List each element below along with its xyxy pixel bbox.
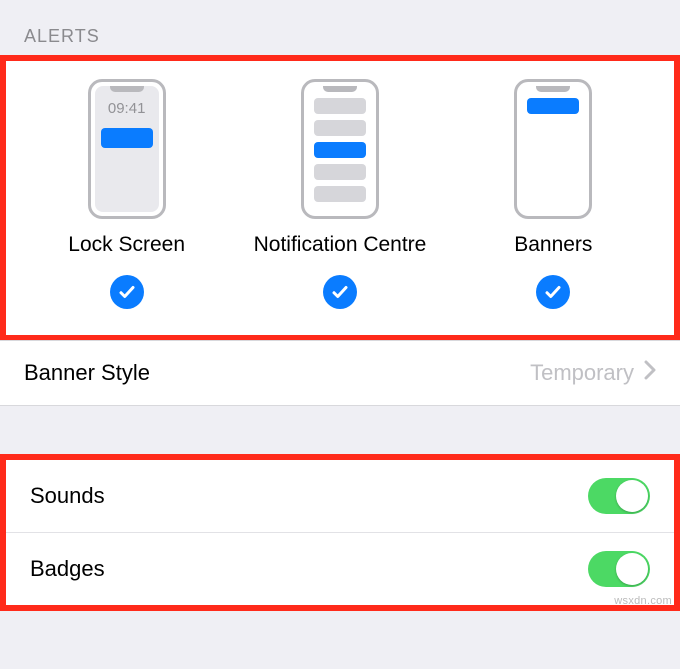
- checkmark-icon[interactable]: [110, 275, 144, 309]
- spacer: [0, 406, 680, 454]
- lock-screen-time-icon: 09:41: [95, 100, 159, 117]
- alert-option-banners[interactable]: Banners: [447, 79, 660, 309]
- checkmark-icon[interactable]: [323, 275, 357, 309]
- section-header-alerts: ALERTS: [0, 0, 680, 55]
- banners-icon: [514, 79, 592, 219]
- banner-style-label: Banner Style: [24, 360, 150, 386]
- watermark: wsxdn.com: [614, 595, 672, 607]
- alert-label-notification-centre: Notification Centre: [254, 233, 427, 257]
- alert-label-banners: Banners: [514, 233, 592, 257]
- notification-centre-icon: [301, 79, 379, 219]
- lock-screen-icon: 09:41: [88, 79, 166, 219]
- banner-style-card: Banner Style Temporary: [0, 340, 680, 406]
- banner-style-row[interactable]: Banner Style Temporary: [0, 341, 680, 405]
- checkmark-icon[interactable]: [536, 275, 570, 309]
- chevron-right-icon: [644, 360, 656, 386]
- sounds-row: Sounds: [6, 460, 674, 532]
- alert-label-lock-screen: Lock Screen: [68, 233, 185, 257]
- alert-option-notification-centre[interactable]: Notification Centre: [233, 79, 446, 309]
- alerts-row: 09:41 Lock Screen Notifi: [20, 79, 660, 309]
- badges-label: Badges: [30, 556, 105, 582]
- banner-style-value: Temporary: [530, 360, 656, 386]
- alerts-section: 09:41 Lock Screen Notifi: [0, 55, 680, 341]
- sounds-badges-section: Sounds Badges: [0, 454, 680, 611]
- alert-option-lock-screen[interactable]: 09:41 Lock Screen: [20, 79, 233, 309]
- sounds-toggle[interactable]: [588, 478, 650, 514]
- badges-toggle[interactable]: [588, 551, 650, 587]
- badges-row: Badges: [6, 532, 674, 605]
- sounds-label: Sounds: [30, 483, 105, 509]
